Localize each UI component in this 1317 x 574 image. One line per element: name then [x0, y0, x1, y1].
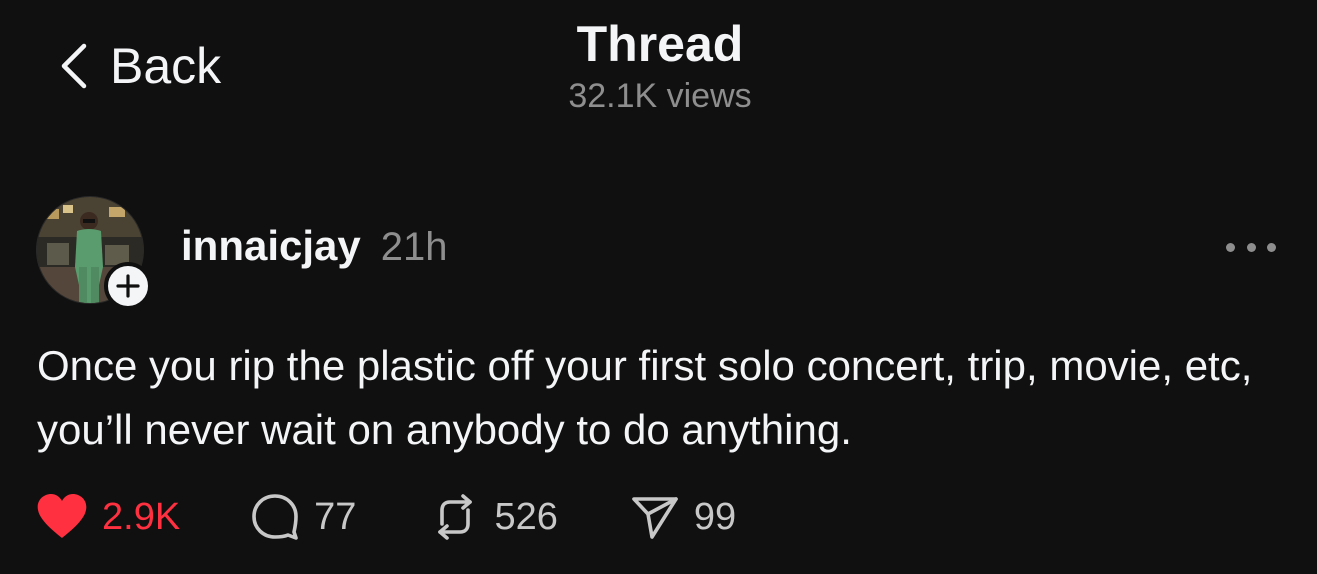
- avatar-container: [36, 196, 152, 310]
- post-text: Once you rip the plastic off your first …: [37, 342, 1253, 453]
- reply-count: 77: [314, 495, 357, 538]
- plus-icon: [116, 274, 140, 298]
- back-button[interactable]: Back: [58, 38, 221, 94]
- author-line: innaicjay 21h: [181, 222, 448, 270]
- more-options-button[interactable]: [1226, 232, 1276, 262]
- paper-plane-icon: [632, 497, 678, 539]
- page-title: Thread: [576, 16, 744, 72]
- reply-button[interactable]: 77: [250, 494, 356, 540]
- share-button[interactable]: 99: [630, 494, 736, 540]
- repost-button[interactable]: 526: [430, 494, 558, 540]
- heart-icon: [37, 494, 87, 538]
- like-count: 2.9K: [102, 495, 181, 538]
- back-label: Back: [110, 38, 222, 94]
- ellipsis-icon-dot: [1267, 242, 1276, 252]
- follow-button[interactable]: [104, 262, 152, 310]
- header-title-block: Thread 32.1K views: [460, 14, 860, 117]
- username[interactable]: innaicjay: [181, 222, 361, 270]
- like-button[interactable]: 2.9K: [36, 494, 180, 540]
- ellipsis-icon-dot: [1246, 242, 1256, 252]
- post-time: 21h: [380, 225, 448, 269]
- repost-count: 526: [494, 495, 558, 538]
- thread-page: Back Thread 32.1K views innaicjay 21h On…: [0, 0, 1317, 574]
- action-bar: 2.9K 77 526 99: [36, 490, 736, 544]
- view-count: 32.1K views: [568, 77, 752, 115]
- repost-arrows-icon: [438, 494, 473, 540]
- ellipsis-icon-dot: [1226, 242, 1235, 252]
- speech-bubble-icon: [252, 494, 298, 540]
- share-count: 99: [693, 495, 737, 538]
- chevron-left-icon: [61, 43, 87, 89]
